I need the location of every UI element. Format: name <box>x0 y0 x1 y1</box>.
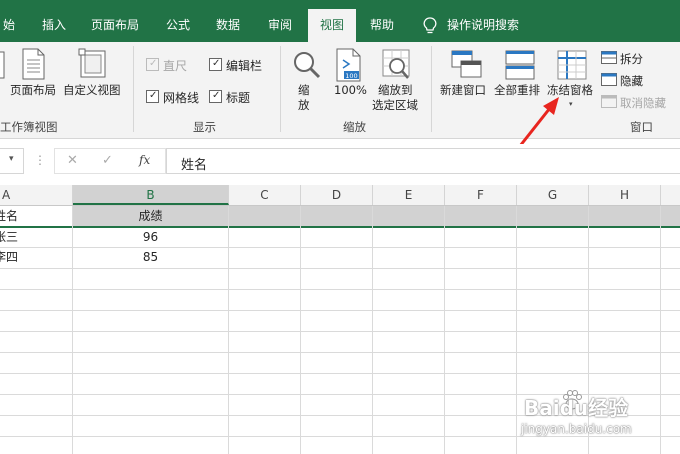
gridline <box>660 206 661 454</box>
gridline <box>444 206 445 454</box>
tab-home[interactable]: 始 <box>0 9 18 42</box>
column-header-g[interactable]: G <box>517 185 589 205</box>
gridline <box>0 331 680 332</box>
gridline <box>372 206 373 454</box>
red-arrow-annotation-icon <box>518 97 559 147</box>
zoom-button-line1[interactable]: 缩 <box>298 83 310 98</box>
custom-views-icon[interactable] <box>78 48 108 80</box>
show-group-label: 显示 <box>193 120 216 134</box>
gridline <box>228 206 229 454</box>
unhide-button: 取消隐藏 <box>620 96 666 110</box>
watermark-brand: Baidu经验 <box>524 396 629 420</box>
zoom-100-button[interactable]: 100% <box>334 83 367 98</box>
headings-label: 标题 <box>226 91 251 105</box>
window-group-label: 窗口 <box>630 120 653 134</box>
column-header-f[interactable]: F <box>445 185 517 205</box>
gridline <box>0 289 680 290</box>
freeze-panes-dropdown-chevron-icon[interactable]: ▾ <box>569 100 573 108</box>
column-header-row: A B C D E F G H <box>0 185 680 206</box>
gridlines-label: 网格线 <box>163 91 200 105</box>
split-button[interactable]: 拆分 <box>620 51 643 67</box>
ribbon-tab-bar: 始 插入 页面布局 公式 数据 审阅 视图 帮助 操作说明搜索 <box>0 0 680 42</box>
new-window-icon[interactable] <box>451 50 483 80</box>
tab-insert[interactable]: 插入 <box>34 9 74 42</box>
tab-help[interactable]: 帮助 <box>360 9 404 42</box>
split-icon[interactable] <box>601 51 617 64</box>
tab-view[interactable]: 视图 <box>308 9 356 42</box>
zoom-to-selection-icon[interactable] <box>381 48 411 82</box>
normal-view-icon[interactable] <box>0 50 6 80</box>
formula-bar: ▾ ⋮ ✕ ✓ fx 姓名 <box>0 144 680 180</box>
gridline <box>0 373 680 374</box>
custom-views-button[interactable]: 自定义视图 <box>63 83 121 98</box>
arrange-all-icon[interactable] <box>505 50 535 80</box>
group-divider <box>133 46 134 132</box>
tab-page-layout[interactable]: 页面布局 <box>84 9 146 42</box>
zoom-to-selection-line2[interactable]: 选定区域 <box>372 98 418 113</box>
gridlines-checkbox[interactable]: ✓ <box>146 90 159 103</box>
watermark-url: jingyan.baidu.com <box>521 422 632 436</box>
cell-b3[interactable]: 85 <box>73 247 228 267</box>
cell-b2[interactable]: 96 <box>73 227 228 247</box>
gridline <box>0 436 680 437</box>
zoom-to-selection-line1[interactable]: 缩放到 <box>378 83 413 98</box>
page-layout-view-button[interactable]: 页面布局 <box>10 83 56 98</box>
enter-check-icon[interactable]: ✓ <box>102 153 113 168</box>
hide-window-icon[interactable] <box>601 73 617 86</box>
tab-data[interactable]: 数据 <box>208 9 248 42</box>
tab-formulas[interactable]: 公式 <box>158 9 198 42</box>
lightbulb-icon <box>423 17 437 34</box>
cell-a2[interactable]: 张三 <box>0 227 72 247</box>
ruler-label: 直尺 <box>163 59 188 73</box>
gridline <box>0 310 680 311</box>
column-header-a[interactable]: A <box>0 185 73 205</box>
zoom-100-icon[interactable]: 100 <box>335 48 363 82</box>
column-header-d[interactable]: D <box>301 185 373 205</box>
name-box-dropdown-chevron-icon[interactable]: ▾ <box>9 154 14 164</box>
ribbon-panel: 页面布局 自定义视图 工作簿视图 ✓ 直尺 ✓ 编辑栏 ✓ 网格线 ✓ 标题 显… <box>0 42 680 147</box>
magnifier-zoom-icon[interactable] <box>292 50 322 80</box>
formula-input[interactable]: 姓名 <box>166 148 680 174</box>
gridline <box>0 268 680 269</box>
hide-button[interactable]: 隐藏 <box>620 73 643 89</box>
gridline <box>0 352 680 353</box>
formula-bar-label: 编辑栏 <box>226 59 263 73</box>
workbook-views-group-label: 工作簿视图 <box>0 120 58 134</box>
tab-tell-me-search[interactable]: 操作说明搜索 <box>447 9 527 42</box>
column-header-b[interactable]: B <box>73 185 229 205</box>
cancel-icon[interactable]: ✕ <box>67 153 78 168</box>
column-header-e[interactable]: E <box>373 185 445 205</box>
insert-function-icon[interactable]: fx <box>139 153 150 167</box>
formula-bar-buttons: ✕ ✓ fx <box>54 148 166 174</box>
gridline <box>300 206 301 454</box>
formula-bar-checkbox[interactable]: ✓ <box>209 58 222 71</box>
ruler-checkbox[interactable]: ✓ <box>146 58 159 71</box>
unhide-window-icon <box>601 95 617 108</box>
zoom-button-line2[interactable]: 放 <box>298 98 310 113</box>
group-divider <box>431 46 432 132</box>
gridline <box>516 206 517 454</box>
new-window-button[interactable]: 新建窗口 <box>440 83 486 98</box>
zoom-100-icon-text: 100 <box>345 72 357 80</box>
headings-checkbox[interactable]: ✓ <box>209 90 222 103</box>
column-header-c[interactable]: C <box>229 185 301 205</box>
cell-a3[interactable]: 李四 <box>0 247 72 267</box>
tab-review[interactable]: 审阅 <box>258 9 302 42</box>
formula-bar-grip-icon: ⋮ <box>34 153 46 167</box>
zoom-group-label: 缩放 <box>343 120 366 134</box>
cell-a1[interactable]: 姓名 <box>0 206 72 226</box>
formula-input-text: 姓名 <box>181 158 208 173</box>
cell-b1[interactable]: 成绩 <box>73 206 228 226</box>
column-header-h[interactable]: H <box>589 185 661 205</box>
freeze-panes-icon[interactable] <box>557 50 587 80</box>
page-layout-view-icon[interactable] <box>20 48 46 80</box>
group-divider <box>280 46 281 132</box>
name-box[interactable]: ▾ <box>0 148 24 174</box>
